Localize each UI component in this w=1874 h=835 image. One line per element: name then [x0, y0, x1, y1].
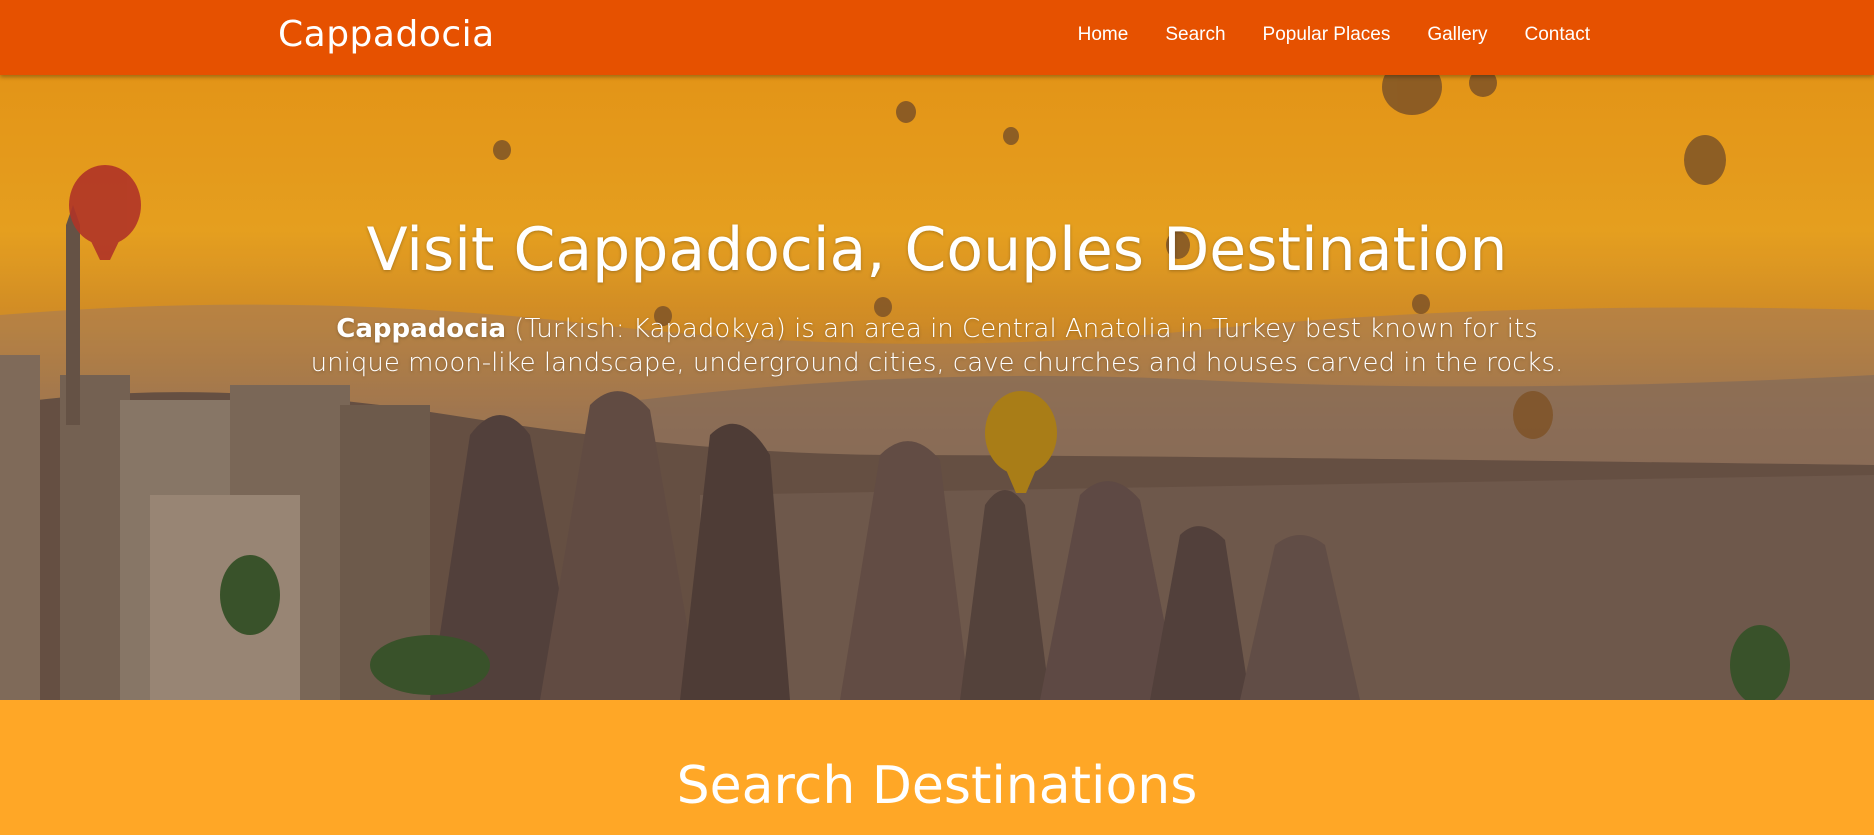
- hero-description-bold: Cappadocia: [336, 314, 507, 344]
- search-section: Search Destinations: [0, 700, 1874, 835]
- brand-logo-link[interactable]: Cappadocia: [278, 14, 495, 55]
- nav-links: Home Search Popular Places Gallery Conta…: [1078, 24, 1590, 46]
- search-section-title: Search Destinations: [676, 756, 1198, 816]
- hero-title: Visit Cappadocia, Couples Destination: [366, 215, 1508, 285]
- hero-description: Cappadocia (Turkish: Kapadokya) is an ar…: [300, 312, 1574, 380]
- nav-link-home[interactable]: Home: [1078, 24, 1129, 46]
- hero-background-image: [0, 75, 1874, 700]
- hero-section: Visit Cappadocia, Couples Destination Ca…: [0, 75, 1874, 700]
- nav-link-contact[interactable]: Contact: [1525, 24, 1590, 46]
- nav-link-search[interactable]: Search: [1165, 24, 1225, 46]
- nav-link-popular-places[interactable]: Popular Places: [1263, 24, 1391, 46]
- nav-link-gallery[interactable]: Gallery: [1427, 24, 1487, 46]
- navbar: Cappadocia Home Search Popular Places Ga…: [0, 0, 1874, 75]
